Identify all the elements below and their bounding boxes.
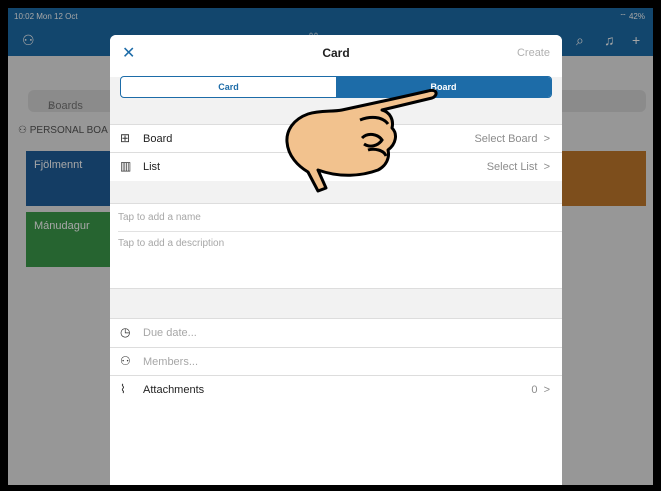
modal-title: Card (322, 46, 350, 60)
members-row[interactable]: ⚇ Members... (110, 347, 562, 376)
pointing-hand-icon (285, 88, 438, 193)
list-label: List (143, 161, 161, 173)
description-input[interactable]: Tap to add a description (118, 238, 224, 249)
chevron-right-icon: > (543, 161, 550, 173)
select-list-text: Select List (486, 161, 538, 173)
card-details-section: ◷ Due date... ⚇ Members... ⌇ Attachments… (110, 318, 562, 485)
attachments-label: Attachments (143, 384, 205, 396)
modal-header: ✕ Card Create (110, 35, 562, 77)
card-text-block: Tap to add a name Tap to add a descripti… (110, 203, 562, 289)
list-icon: ▥ (120, 159, 132, 173)
list-value: Select List > (487, 161, 550, 173)
divider (118, 231, 562, 232)
due-date-row[interactable]: ◷ Due date... (110, 319, 562, 347)
clock-icon: ◷ (120, 325, 131, 339)
select-board-text: Select Board (474, 133, 538, 145)
board-value: Select Board > (474, 133, 550, 145)
ipad-screen: 10:02 Mon 12 Oct ⌔ 42% ⚇ ⌘ ⌕ ♫ + ⌕ Board… (8, 8, 653, 485)
attachments-value: 0 (531, 384, 538, 396)
name-input[interactable]: Tap to add a name (118, 212, 201, 223)
members-text: Members... (143, 356, 199, 368)
board-label: Board (143, 133, 173, 145)
paperclip-icon: ⌇ (120, 382, 126, 396)
chevron-right-icon: > (543, 133, 550, 145)
chevron-right-icon: > (543, 384, 550, 396)
board-icon: ⊞ (120, 131, 131, 145)
members-icon: ⚇ (120, 354, 131, 368)
due-date-text: Due date... (143, 327, 197, 339)
attachments-count: 0 > (531, 384, 550, 396)
attachments-row[interactable]: ⌇ Attachments 0 > (110, 375, 562, 404)
create-button[interactable]: Create (517, 47, 550, 59)
